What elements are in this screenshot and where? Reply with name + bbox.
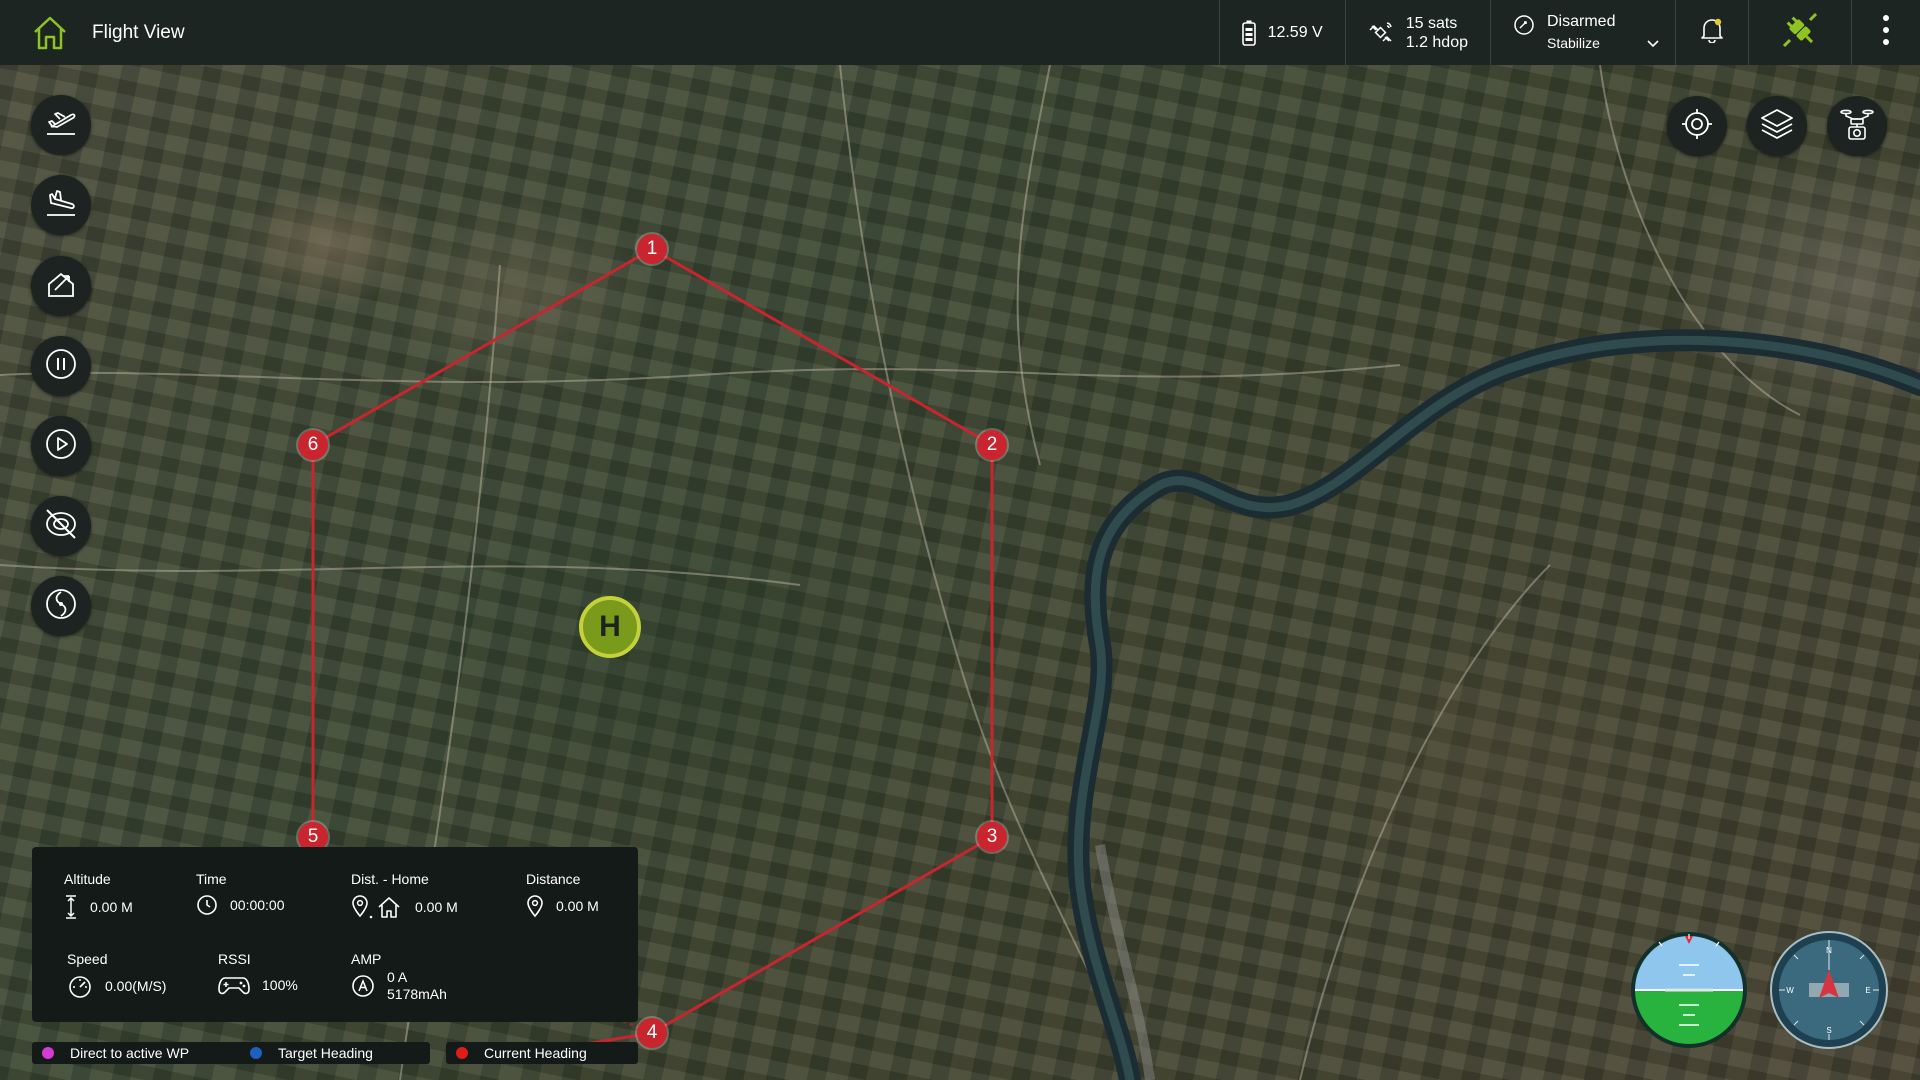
clock-icon xyxy=(197,895,217,915)
bell-icon xyxy=(1700,17,1724,48)
notifications-button[interactable] xyxy=(1675,0,1748,65)
target-icon xyxy=(1679,106,1715,147)
waypoint-marker[interactable]: 4 xyxy=(637,1018,667,1048)
flight-mode: Stabilize xyxy=(1547,35,1600,51)
legend-direct-to-wp: Direct to active WP xyxy=(32,1042,254,1064)
rssi-value: 100% xyxy=(262,977,298,993)
takeoff-button[interactable] xyxy=(31,95,91,155)
battery-icon xyxy=(1241,20,1256,46)
speed-value: 0.00(M/S) xyxy=(105,978,167,994)
gps-hdop: 1.2 hdop xyxy=(1405,33,1468,51)
map-layers-button[interactable] xyxy=(1747,96,1807,156)
compass-east-label: E xyxy=(1865,986,1870,995)
gps-sats: 15 sats xyxy=(1405,14,1458,32)
red-dot-icon xyxy=(456,1047,468,1059)
altitude-value: 0.00 M xyxy=(90,899,133,915)
compass-south-label: S xyxy=(1826,1026,1831,1035)
time-readout: Time 00:00:00 xyxy=(196,871,285,916)
legend-label: Direct to active WP xyxy=(70,1045,190,1061)
attitude-indicator xyxy=(1629,930,1749,1055)
home-position-marker[interactable]: H xyxy=(579,596,641,658)
amp-label: AMP xyxy=(351,951,382,967)
page-title: Flight View xyxy=(92,21,185,43)
plug-connected-icon xyxy=(1779,9,1821,56)
blue-dot-icon xyxy=(250,1047,262,1059)
home-icon xyxy=(34,16,66,49)
compass-west-label: W xyxy=(1786,986,1794,995)
waypoint-marker[interactable]: 3 xyxy=(977,822,1007,852)
speed-label: Speed xyxy=(67,951,108,967)
dist-home-label: Dist. - Home xyxy=(351,871,429,887)
legend-label: Current Heading xyxy=(484,1045,587,1061)
altitude-icon xyxy=(66,895,76,919)
altitude-label: Altitude xyxy=(64,871,111,887)
battery-status[interactable]: 12.59 V xyxy=(1218,0,1345,65)
legend-target-heading: Target Heading xyxy=(240,1042,430,1064)
dist-home-value: 0.00 M xyxy=(415,899,458,915)
play-icon xyxy=(43,426,79,467)
target-button[interactable] xyxy=(1667,96,1727,156)
kebab-menu-icon xyxy=(1882,14,1890,51)
distance-readout: Distance 0.00 M xyxy=(526,871,599,918)
waypoint-marker[interactable]: 2 xyxy=(977,430,1007,460)
location-pin-icon xyxy=(527,895,543,918)
time-label: Time xyxy=(196,871,227,887)
gps-status[interactable]: 15 sats 1.2 hdop xyxy=(1344,0,1490,65)
pause-button[interactable] xyxy=(31,336,91,396)
ampere-icon xyxy=(352,975,374,997)
rssi-readout: RSSI 100% xyxy=(218,951,298,996)
speedometer-icon xyxy=(69,976,91,998)
more-menu-button[interactable] xyxy=(1851,0,1920,65)
chevron-down-icon xyxy=(1647,34,1659,53)
pause-icon xyxy=(43,346,79,387)
legend-current-heading: Current Heading xyxy=(446,1042,638,1064)
altitude-readout: Altitude 0.00 M xyxy=(64,871,133,920)
home-button[interactable] xyxy=(25,8,75,58)
speed-readout: Speed 0.00(M/S) xyxy=(67,951,166,998)
top-bar: Flight View 12.59 V 15 sats 1.2 hdop Dis… xyxy=(0,0,1920,65)
distance-label: Distance xyxy=(526,871,581,887)
drone-camera-button[interactable] xyxy=(1827,96,1887,156)
connection-button[interactable] xyxy=(1748,0,1851,65)
motor-off-icon xyxy=(42,505,80,548)
return-to-launch-button[interactable] xyxy=(31,256,91,316)
arm-mode-selector[interactable]: Disarmed Stabilize xyxy=(1490,0,1675,65)
play-button[interactable] xyxy=(31,416,91,476)
amp-value: 0 A xyxy=(387,969,408,985)
time-value: 00:00:00 xyxy=(230,897,285,913)
telemetry-panel: Altitude 0.00 M Time 00:00:00 Dist. - Ho… xyxy=(32,847,638,1022)
dist-home-readout: Dist. - Home 0.00 M xyxy=(351,871,458,920)
distance-value: 0.00 M xyxy=(556,898,599,914)
motor-off-button[interactable] xyxy=(31,496,91,556)
takeoff-icon xyxy=(43,105,79,146)
gamepad-icon xyxy=(218,977,250,995)
land-button[interactable] xyxy=(31,175,91,235)
propeller-button[interactable] xyxy=(31,576,91,636)
return-to-launch-icon xyxy=(43,266,79,307)
compass-indicator: N S E W xyxy=(1769,930,1889,1055)
land-icon xyxy=(43,185,79,226)
magenta-dot-icon xyxy=(42,1047,54,1059)
amp-capacity: 5178mAh xyxy=(387,986,447,1002)
arm-status: Disarmed xyxy=(1547,13,1616,30)
satellite-icon xyxy=(1368,20,1394,46)
arm-status-icon xyxy=(1513,14,1535,36)
waypoint-marker[interactable]: 1 xyxy=(637,234,667,264)
amp-readout: AMP 0 A 5178mAh xyxy=(351,951,447,1003)
legend-label: Target Heading xyxy=(278,1045,373,1061)
drone-camera-icon xyxy=(1838,105,1876,148)
waypoint-marker[interactable]: 6 xyxy=(298,430,328,460)
rssi-label: RSSI xyxy=(218,951,251,967)
battery-voltage: 12.59 V xyxy=(1267,23,1323,41)
layers-icon xyxy=(1758,105,1796,148)
pin-to-home-icon xyxy=(352,895,400,919)
propeller-icon xyxy=(43,586,79,627)
